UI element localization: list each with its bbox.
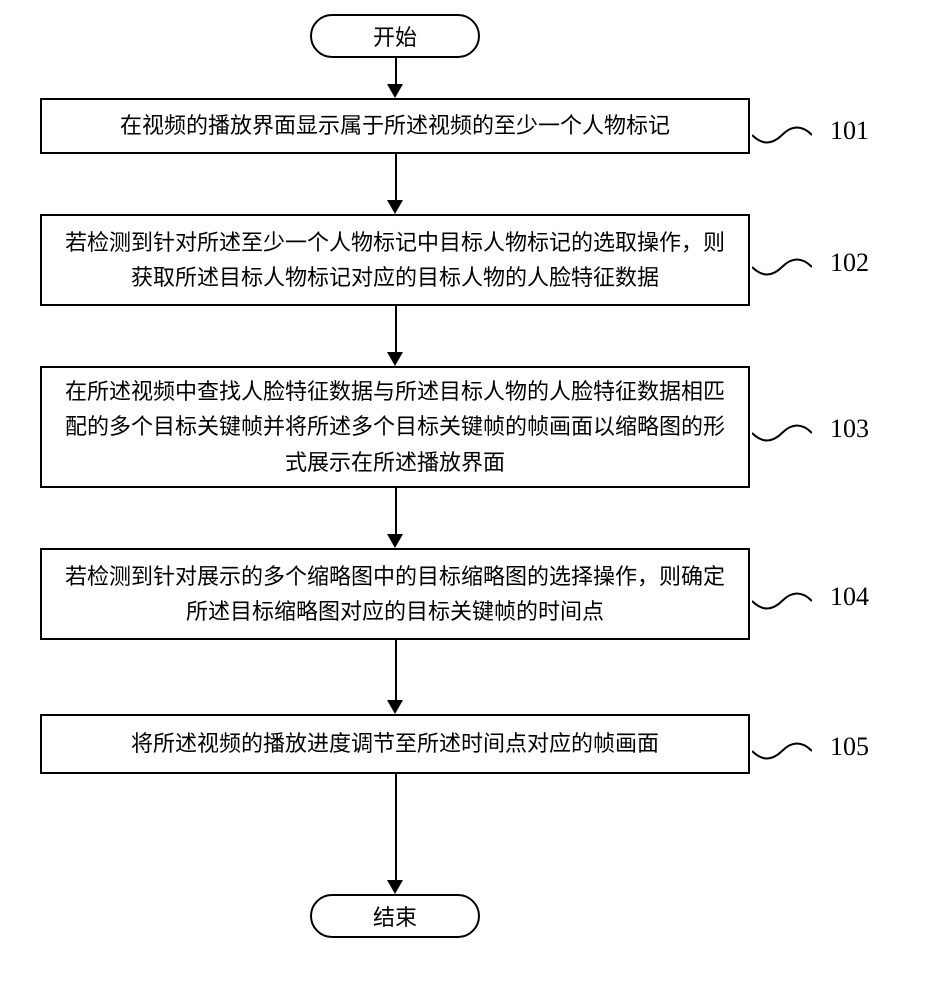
step-label-101: 101 [830,116,869,146]
arrow-head-icon [387,200,403,214]
arrow-head-icon [387,534,403,548]
process-text: 将所述视频的播放进度调节至所述时间点对应的帧画面 [131,726,659,761]
step-connector-105 [752,726,812,776]
process-text: 在所述视频中查找人脸特征数据与所述目标人物的人脸特征数据相匹配的多个目标关键帧并… [62,374,728,480]
arrow-connector [395,488,397,536]
end-terminator: 结束 [310,894,480,938]
arrow-head-icon [387,880,403,894]
process-step-103: 在所述视频中查找人脸特征数据与所述目标人物的人脸特征数据相匹配的多个目标关键帧并… [40,366,750,488]
start-terminator: 开始 [310,14,480,58]
step-connector-102 [752,242,812,292]
arrow-connector [395,154,397,202]
arrow-connector [395,774,397,882]
step-connector-101 [752,110,812,160]
arrow-connector [395,58,397,86]
step-label-103: 103 [830,414,869,444]
process-step-105: 将所述视频的播放进度调节至所述时间点对应的帧画面 [40,714,750,774]
step-connector-103 [752,408,812,458]
process-step-104: 若检测到针对展示的多个缩略图中的目标缩略图的选择操作，则确定所述目标缩略图对应的… [40,548,750,640]
process-step-101: 在视频的播放界面显示属于所述视频的至少一个人物标记 [40,98,750,154]
arrow-connector [395,306,397,354]
process-step-102: 若检测到针对所述至少一个人物标记中目标人物标记的选取操作，则获取所述目标人物标记… [40,214,750,306]
arrow-head-icon [387,700,403,714]
process-text: 在视频的播放界面显示属于所述视频的至少一个人物标记 [120,108,670,143]
step-connector-104 [752,576,812,626]
step-label-104: 104 [830,582,869,612]
arrow-head-icon [387,84,403,98]
process-text: 若检测到针对所述至少一个人物标记中目标人物标记的选取操作，则获取所述目标人物标记… [62,225,728,295]
arrow-head-icon [387,352,403,366]
end-label: 结束 [373,900,417,932]
process-text: 若检测到针对展示的多个缩略图中的目标缩略图的选择操作，则确定所述目标缩略图对应的… [62,559,728,629]
arrow-connector [395,640,397,702]
step-label-105: 105 [830,732,869,762]
step-label-102: 102 [830,248,869,278]
start-label: 开始 [373,20,417,52]
flowchart-container: 开始 在视频的播放界面显示属于所述视频的至少一个人物标记 101 若检测到针对所… [0,0,942,1000]
